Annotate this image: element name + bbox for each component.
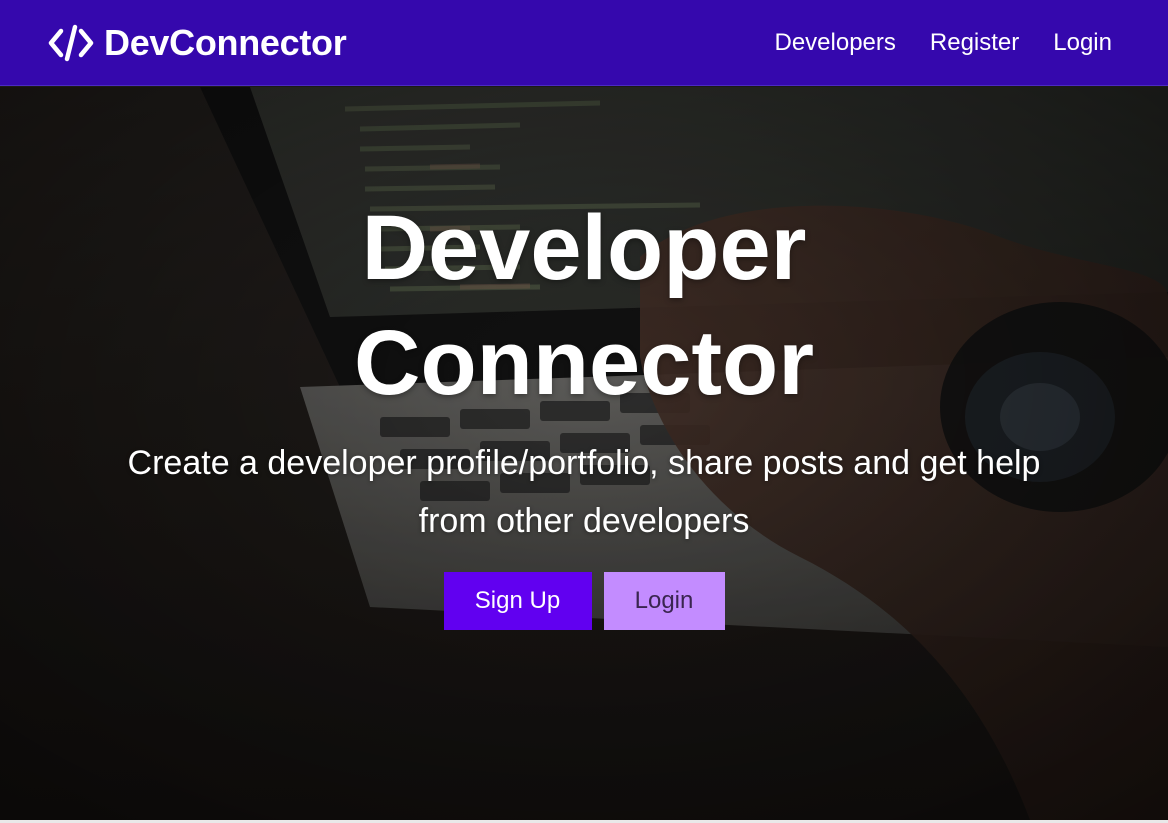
brand-link[interactable]: DevConnector xyxy=(48,21,347,64)
nav-link-register[interactable]: Register xyxy=(930,29,1019,57)
login-button[interactable]: Login xyxy=(603,572,725,630)
sign-up-button[interactable]: Sign Up xyxy=(443,572,592,630)
nav-link-login[interactable]: Login xyxy=(1053,29,1112,57)
nav-link-developers[interactable]: Developers xyxy=(774,29,895,57)
nav-links: Developers Register Login xyxy=(774,29,1112,57)
code-brackets-icon xyxy=(48,24,94,61)
navbar: DevConnector Developers Register Login xyxy=(0,0,1168,86)
landing-page: DevConnector Developers Register Login D… xyxy=(0,0,1168,823)
brand-name: DevConnector xyxy=(104,21,347,63)
hero-subtitle: Create a developer profile/portfolio, sh… xyxy=(127,444,1041,540)
hero-buttons: Sign Up Login xyxy=(443,572,725,630)
hero-title: Developer Connector xyxy=(354,197,814,414)
hero-section: Developer Connector Create a developer p… xyxy=(0,87,1168,820)
